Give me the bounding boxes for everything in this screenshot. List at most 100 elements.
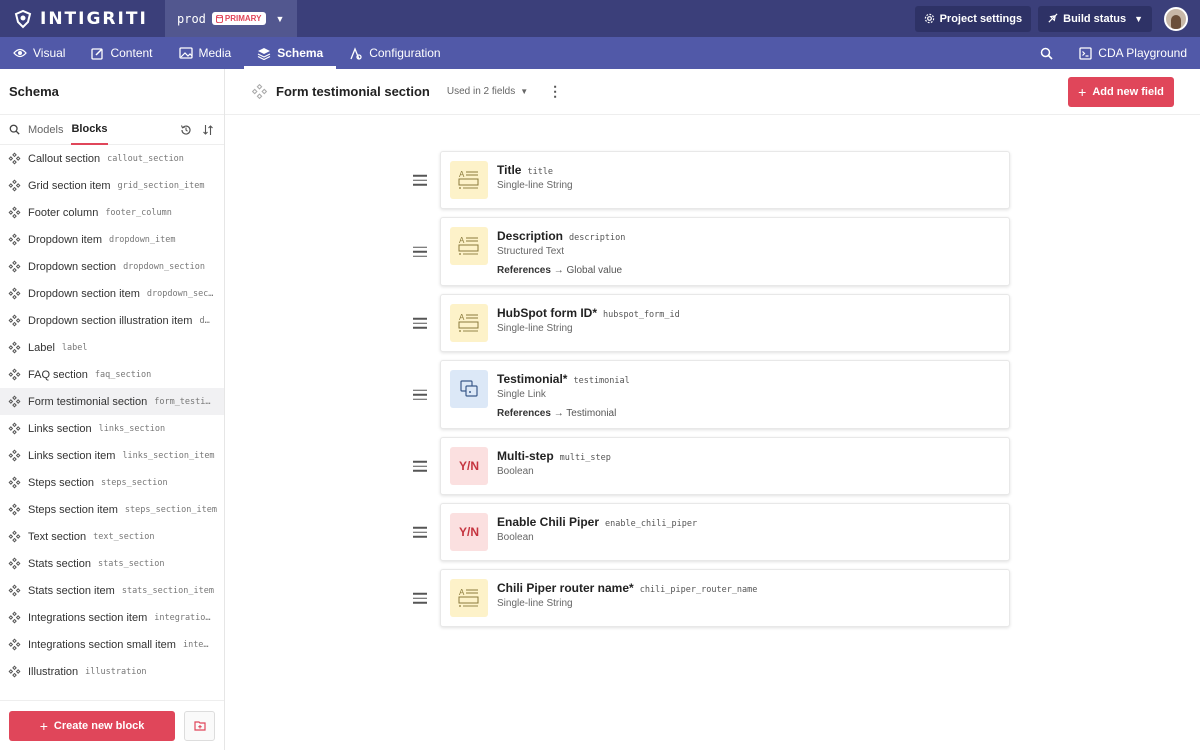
add-new-field-button[interactable]: + Add new field	[1068, 77, 1174, 107]
sidebar-block-item[interactable]: Steps section item steps_section_item	[0, 496, 224, 523]
sidebar-block-item[interactable]: Links section item links_section_item	[0, 442, 224, 469]
sidebar-block-label: Stats section	[28, 557, 91, 570]
nav-visual[interactable]: Visual	[0, 37, 78, 69]
boolean-field-icon: Y/N	[450, 447, 488, 485]
sidebar-block-item[interactable]: Grid section item grid_section_item	[0, 172, 224, 199]
drag-handle-icon[interactable]	[413, 243, 427, 260]
sidebar-block-api-key: callout_section	[107, 153, 184, 164]
build-status-button[interactable]: Build status ▼	[1038, 5, 1152, 32]
field-type: Single-line String	[497, 598, 573, 609]
field-card[interactable]: Y/N Multi-step multi_step Boolean	[440, 437, 1010, 495]
sidebar-block-label: Callout section	[28, 152, 101, 165]
cda-playground-label: CDA Playground	[1098, 46, 1187, 60]
new-folder-button[interactable]	[184, 710, 215, 741]
search-button[interactable]	[1026, 37, 1066, 69]
sidebar-block-api-key: links_section_item	[122, 450, 215, 461]
field-type: Boolean	[497, 532, 534, 543]
field-type: Single Link	[497, 389, 546, 400]
drag-handle-icon[interactable]	[413, 172, 427, 189]
sidebar-block-label: Footer column	[28, 206, 99, 219]
drag-handle-icon[interactable]	[413, 315, 427, 332]
schema-sidebar: Schema Models Blocks Callout section call…	[0, 69, 225, 750]
cda-playground-link[interactable]: CDA Playground	[1066, 37, 1200, 69]
sidebar-block-item[interactable]: Dropdown item dropdown_item	[0, 226, 224, 253]
search-icon[interactable]	[9, 124, 20, 135]
sidebar-block-item[interactable]: Footer column footer_column	[0, 199, 224, 226]
field-card[interactable]: A HubSpot form ID* hubspot_form_id Single-l…	[440, 294, 1010, 352]
block-icon	[8, 341, 21, 354]
field-card[interactable]: A Chili Piper router name* chili_piper_rou…	[440, 569, 1010, 627]
nav-media[interactable]: Media	[166, 37, 245, 69]
sidebar-block-item[interactable]: Stats section item stats_section_item	[0, 577, 224, 604]
tab-blocks[interactable]: Blocks	[71, 115, 108, 145]
sidebar-block-item[interactable]: Text section text_section	[0, 523, 224, 550]
history-icon[interactable]	[180, 124, 192, 136]
sidebar-block-item[interactable]: Integrations section item integratio…	[0, 604, 224, 631]
sidebar-block-label: Dropdown section item	[28, 287, 140, 300]
config-icon	[350, 46, 362, 60]
primary-badge-label: PRIMARY	[224, 14, 262, 23]
sidebar-block-item[interactable]: Label label	[0, 334, 224, 361]
create-new-block-button[interactable]: + Create new block	[9, 710, 176, 741]
logo[interactable]: INTIGRITI	[0, 8, 165, 30]
block-icon	[8, 557, 21, 570]
field-references: References → Testimonial	[497, 408, 630, 419]
sidebar-block-item[interactable]: Links section links_section	[0, 415, 224, 442]
sidebar-block-item[interactable]: Callout section callout_section	[0, 145, 224, 172]
drag-handle-icon[interactable]	[413, 590, 427, 607]
sidebar-block-api-key: links_section	[98, 423, 166, 434]
field-card[interactable]: Y/N Enable Chili Piper enable_chili_piper B…	[440, 503, 1010, 561]
caret-down-icon: ▼	[275, 13, 285, 24]
link-field-icon	[450, 370, 488, 408]
more-options-icon[interactable]: ⋮	[548, 83, 562, 100]
sidebar-block-item[interactable]: Dropdown section item dropdown_sec…	[0, 280, 224, 307]
sidebar-block-item[interactable]: Integrations section small item inte…	[0, 631, 224, 658]
nav-schema-label: Schema	[277, 46, 324, 60]
sidebar-block-label: Integrations section item	[28, 611, 148, 624]
used-in-label: Used in 2 fields	[446, 86, 516, 97]
database-icon	[215, 14, 223, 23]
tab-models[interactable]: Models	[28, 115, 63, 145]
sidebar-block-item[interactable]: Illustration illustration	[0, 658, 224, 685]
drag-handle-icon[interactable]	[413, 386, 427, 403]
used-in-dropdown[interactable]: Used in 2 fields ▼	[447, 86, 528, 97]
nav-content-label: Content	[110, 46, 153, 60]
block-icon	[8, 314, 21, 327]
sidebar-block-item[interactable]: Steps section steps_section	[0, 469, 224, 496]
nav-content[interactable]: Content	[78, 37, 165, 69]
nav-schema[interactable]: Schema	[244, 37, 337, 69]
field-card[interactable]: A Title title Single-line String	[440, 151, 1010, 209]
references-label: References	[497, 408, 551, 419]
block-icon	[8, 665, 21, 678]
block-icon	[251, 83, 268, 100]
field-type: Structured Text	[497, 246, 565, 257]
sidebar-block-item[interactable]: Dropdown section illustration item d…	[0, 307, 224, 334]
block-icon	[8, 476, 21, 489]
nav-configuration[interactable]: Configuration	[336, 37, 453, 69]
sidebar-block-item[interactable]: Form testimonial section form_testi…	[0, 388, 224, 415]
sidebar-block-label: Grid section item	[28, 179, 111, 192]
user-avatar[interactable]	[1164, 6, 1188, 31]
svg-text:A: A	[459, 313, 465, 322]
block-icon	[8, 422, 21, 435]
drag-handle-icon[interactable]	[413, 458, 427, 475]
drag-handle-icon[interactable]	[413, 524, 427, 541]
sidebar-block-api-key: stats_section	[97, 558, 165, 569]
sort-icon[interactable]	[202, 124, 214, 136]
gear-icon	[924, 13, 934, 24]
block-icon	[8, 530, 21, 543]
sidebar-block-item[interactable]: FAQ section faq_section	[0, 361, 224, 388]
svg-text:A: A	[459, 236, 465, 245]
project-settings-button[interactable]: Project settings	[914, 5, 1032, 32]
environment-switcher[interactable]: prod PRIMARY ▼	[165, 0, 297, 37]
sidebar-block-label: Label	[28, 341, 55, 354]
field-card[interactable]: A Description description Structured Text Re…	[440, 217, 1010, 286]
block-icon	[8, 152, 21, 165]
sidebar-block-item[interactable]: Stats section stats_section	[0, 550, 224, 577]
sidebar-block-item[interactable]: Dropdown section dropdown_section	[0, 253, 224, 280]
block-icon	[8, 260, 21, 273]
field-row: Y/N Enable Chili Piper enable_chili_piper B…	[405, 503, 1015, 561]
field-card[interactable]: Testimonial* testimonial Single Link Refere…	[440, 360, 1010, 429]
block-icon	[8, 233, 21, 246]
field-api-key: enable_chili_piper	[605, 519, 698, 529]
